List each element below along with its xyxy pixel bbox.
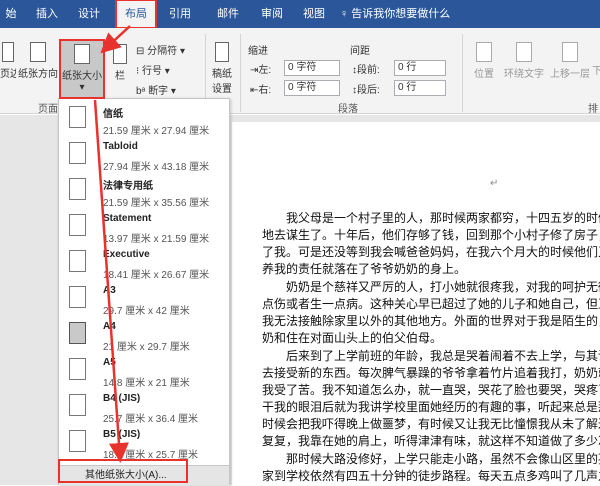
- position-label: 位置: [474, 69, 494, 80]
- paper-size-option[interactable]: B4 (JIS) 25.7 厘米 x 36.4 厘米: [59, 391, 229, 429]
- group-divider: [240, 34, 241, 112]
- tab-references[interactable]: 引用: [160, 0, 200, 28]
- spacing-after-label: ↕段后:: [352, 85, 380, 96]
- paper-icon: [69, 250, 86, 272]
- paper-icon: [69, 430, 86, 452]
- doc-line: 点伤或者生一点病。这种关心早已超过了她的儿子和她自己，但正是: [262, 297, 600, 311]
- paper-icon: [69, 142, 86, 164]
- paper-size-dropdown: 信纸 21.59 厘米 x 27.94 厘米 Tabloid 27.94 厘米 …: [58, 98, 230, 485]
- margins-button[interactable]: 页边距: [0, 42, 16, 80]
- indent-label: 缩进: [248, 46, 268, 57]
- paper-size-option[interactable]: 信纸 21.59 厘米 x 27.94 厘米: [59, 103, 229, 141]
- position-icon: [476, 42, 492, 62]
- line-numbers-label: 行号: [141, 66, 162, 77]
- margins-label: 页边距: [0, 69, 16, 80]
- columns-label: 栏: [115, 71, 125, 82]
- paper-size-option[interactable]: Statement 13.97 厘米 x 21.59 厘米: [59, 211, 229, 249]
- columns-icon: [113, 44, 127, 64]
- tell-me-search[interactable]: ♀ 告诉我你想要做什么: [340, 0, 450, 28]
- doc-line: 复复，我靠在她的肩上，听得津津有味，就这样不知道做了多少次: [262, 434, 600, 448]
- breaks-button[interactable]: ⊟ 分隔符 ▾: [136, 42, 185, 57]
- doc-line: 我父母是一个村子里的人，那时候两家都穷，十四五岁的时候: [286, 211, 600, 225]
- highlight-box: [58, 459, 188, 483]
- tab-layout[interactable]: 布局: [115, 0, 157, 29]
- hyphenation-icon: bᵃ: [136, 86, 149, 97]
- group-divider: [462, 34, 463, 112]
- paper-size-option[interactable]: 法律专用纸 21.59 厘米 x 35.56 厘米: [59, 175, 229, 213]
- wrap-text-button[interactable]: 环绕文字: [502, 42, 546, 80]
- line-numbers-button[interactable]: ⁝ 行号 ▾: [136, 62, 170, 77]
- doc-line: 我无法接触除家里以外的其他地方。外面的世界对于我是陌生的，我: [262, 314, 600, 328]
- doc-line: 奶奶是个慈祥又严厉的人，打小她就很疼我，对我的呵护无微不: [286, 280, 600, 294]
- tab-home[interactable]: 始: [0, 0, 22, 28]
- position-button[interactable]: 位置: [470, 42, 498, 80]
- highlight-box: [59, 39, 105, 99]
- doc-line: 家到学校依然有四五十分钟的徒步路程。每天五点多鸡叫了几声之: [262, 469, 600, 483]
- wrap-text-label: 环绕文字: [504, 69, 544, 80]
- doc-line: 那时候大路没修好，上学只能走小路，虽然不会像山区里的孩子: [286, 452, 600, 466]
- tab-insert[interactable]: 插入: [28, 0, 66, 28]
- orientation-icon: [30, 42, 46, 62]
- paper-size-option[interactable]: A5 14.8 厘米 x 21 厘米: [59, 355, 229, 393]
- paper-icon: [69, 286, 86, 308]
- hyphenation-label: 断字: [148, 86, 169, 97]
- indent-right-label: ⇤右:: [250, 85, 272, 96]
- tab-review[interactable]: 审阅: [252, 0, 292, 28]
- indent-left-field[interactable]: 0 字符: [284, 60, 340, 76]
- paper-icon: [69, 106, 86, 128]
- draft-paper-icon: [215, 42, 229, 62]
- orientation-button[interactable]: 纸张方向: [18, 42, 58, 80]
- draft-paper-label: 稿纸: [212, 69, 232, 80]
- paper-icon: [69, 394, 86, 416]
- paper-size-option[interactable]: Tabloid 27.94 厘米 x 43.18 厘米: [59, 139, 229, 177]
- paper-size-option[interactable]: A3 29.7 厘米 x 42 厘米: [59, 283, 229, 321]
- wrap-text-icon: [516, 42, 532, 62]
- tab-design[interactable]: 设计: [70, 0, 108, 28]
- send-backward-label[interactable]: 下: [592, 62, 600, 77]
- spacing-label: 间距: [350, 46, 370, 57]
- bring-forward-button[interactable]: 上移一层: [548, 42, 592, 80]
- paragraph-mark: ↵: [490, 178, 499, 189]
- paper-size-option[interactable]: Executive 18.41 厘米 x 26.67 厘米: [59, 247, 229, 285]
- doc-line: 奶和住在对面山头上的伯父伯母。: [262, 331, 443, 345]
- arrange-group-label: 排: [588, 104, 598, 115]
- indent-left-label: ⇥左:: [250, 65, 272, 76]
- ribbon-tab-bar: 始 插入 设计 布局 引用 邮件 审阅 视图 ♀ 告诉我你想要做什么: [0, 0, 600, 29]
- orientation-label: 纸张方向: [18, 69, 58, 80]
- spacing-before-field[interactable]: 0 行: [394, 60, 446, 76]
- breaks-icon: ⊟: [136, 46, 148, 57]
- doc-line: 后来到了上学前班的年龄，我总是哭着闹着不去上学，与其说: [286, 349, 600, 363]
- paper-icon: [69, 214, 86, 236]
- paper-icon: [69, 178, 86, 200]
- doc-line: 养我的责任就落在了爷爷奶奶的身上。: [262, 262, 467, 276]
- paper-size-option-selected[interactable]: A4 21 厘米 x 29.7 厘米: [59, 319, 229, 357]
- doc-line: 了我。可是还没等到我会喊爸爸妈妈，在我六个月大的时候他们又: [262, 245, 600, 259]
- columns-button[interactable]: 栏: [110, 44, 130, 82]
- indent-right-field[interactable]: 0 字符: [284, 80, 340, 96]
- breaks-label: 分隔符: [147, 46, 178, 57]
- doc-line: 时候会把我吓得晚上做噩梦，有时候又让我无比憧憬我从未了解过的: [262, 417, 600, 431]
- draft-paper-button[interactable]: 稿纸 设置: [210, 42, 234, 95]
- paragraph-group-label: 段落: [338, 104, 358, 115]
- bring-forward-icon: [562, 42, 578, 62]
- spacing-before-label: ↕段前:: [352, 65, 380, 76]
- doc-line: 地去谋生了。十年后，他们存够了钱，回到那个小村子修了房子，: [262, 228, 600, 242]
- margins-icon: [2, 42, 14, 62]
- tab-view[interactable]: 视图: [294, 0, 334, 28]
- draft-setup-label: 设置: [212, 84, 232, 95]
- doc-line: 我受了苦。我不知道怎么办，就一直哭，哭花了脸也要哭，哭疼了脑: [262, 383, 600, 397]
- paper-icon: [69, 322, 86, 344]
- paper-icon: [69, 358, 86, 380]
- tab-mailings[interactable]: 邮件: [208, 0, 248, 28]
- doc-line: 去接受新的东西。每次脾气暴躁的爷爷拿着竹片追着我打，奶奶就会: [262, 366, 600, 380]
- hyphenation-button[interactable]: bᵃ 断字 ▾: [136, 82, 176, 97]
- doc-line: 干我的眼泪后就为我讲学校里面她经历的有趣的事，听起来总是那么: [262, 400, 600, 414]
- page-setup-group-label: 页面: [38, 104, 58, 115]
- bring-forward-label: 上移一层: [550, 69, 590, 80]
- spacing-after-field[interactable]: 0 行: [394, 80, 446, 96]
